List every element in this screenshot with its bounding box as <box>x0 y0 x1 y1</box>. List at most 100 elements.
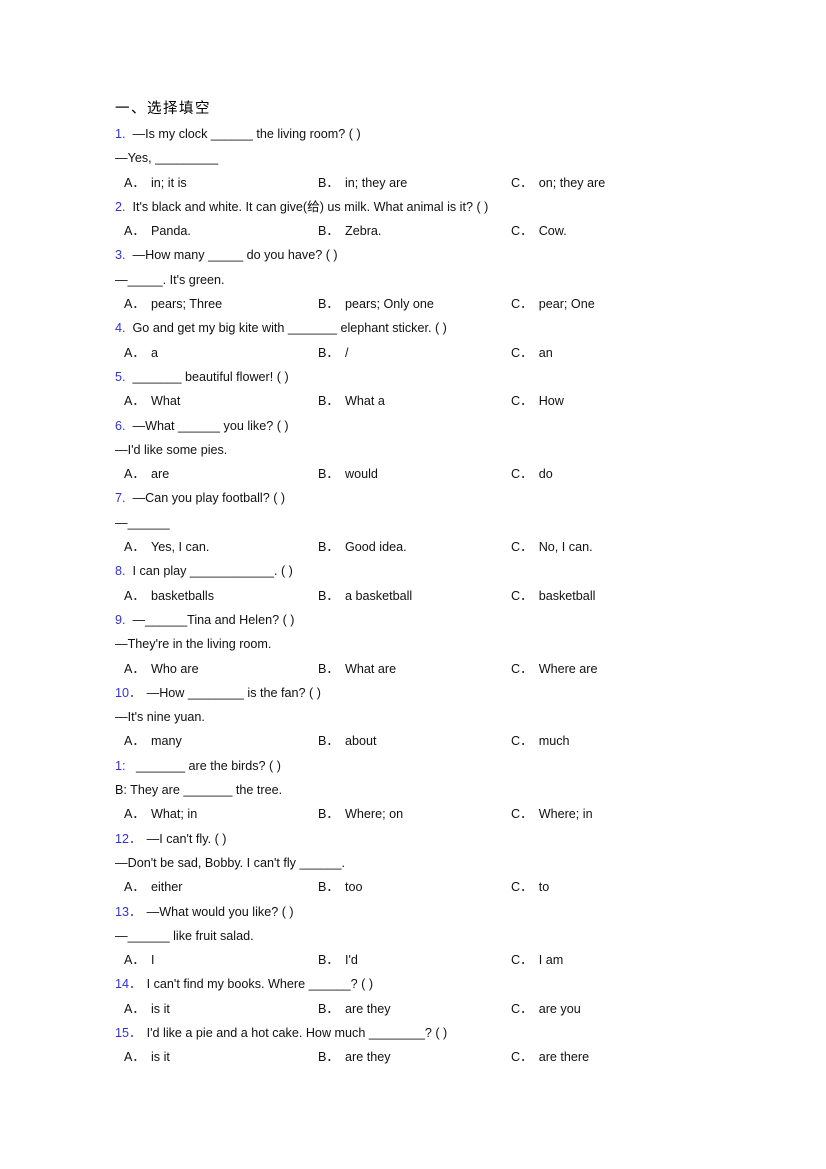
option-text: in; it is <box>151 175 187 190</box>
option-c[interactable]: C． are there <box>511 1045 589 1069</box>
option-row: A． a B． / C． an <box>115 341 715 365</box>
question-block: 13． —What would you like? ( ) —______ like… <box>115 900 715 973</box>
option-text: No, I can. <box>538 540 593 555</box>
option-row: A． Yes, I can. B． Good idea. C． No, I can. <box>115 535 715 559</box>
question-stem-text: _______ are the birds? ( ) <box>132 758 281 773</box>
question-number: 2. <box>115 199 126 214</box>
option-b[interactable]: B． in; they are <box>318 171 407 195</box>
question-block: 3. —How many _____ do you have? ( ) —_____… <box>115 243 715 316</box>
option-text: Yes, I can. <box>151 540 210 555</box>
option-label: A． <box>124 880 145 895</box>
question-number: 4. <box>115 321 126 336</box>
option-c[interactable]: C． on; they are <box>511 171 605 195</box>
option-text: on; they are <box>538 175 606 190</box>
option-label: C． <box>511 224 533 239</box>
option-a[interactable]: A． What; in <box>124 802 197 826</box>
option-text: pears; Only one <box>345 297 434 312</box>
option-b[interactable]: B． Good idea. <box>318 535 407 559</box>
option-a[interactable]: A． is it <box>124 997 170 1021</box>
option-c[interactable]: C． do <box>511 462 553 486</box>
option-b[interactable]: B． What are <box>318 657 396 681</box>
option-b[interactable]: B． Zebra. <box>318 219 381 243</box>
option-a[interactable]: A． Panda. <box>124 219 191 243</box>
option-c[interactable]: C． Where are <box>511 657 598 681</box>
option-label: C． <box>511 807 533 822</box>
option-text: about <box>345 734 377 749</box>
option-text: an <box>538 345 553 360</box>
option-label: A． <box>124 467 145 482</box>
option-text: I'd <box>345 953 358 968</box>
question-continuation: —They're in the living room. <box>115 637 272 652</box>
option-text: Cow. <box>538 224 567 239</box>
question-stem-text: —How ________ is the fan? ( ) <box>146 685 321 700</box>
question-continuation: —Don't be sad, Bobby. I can't fly ______… <box>115 855 346 870</box>
question-continuation: —Yes, _________ <box>115 151 219 166</box>
option-c[interactable]: C． much <box>511 729 570 753</box>
option-a[interactable]: A． Who are <box>124 657 199 681</box>
question-block: 15． I'd like a pie and a hot cake. How mu… <box>115 1021 715 1070</box>
option-label: B． <box>318 297 339 312</box>
option-text: What a <box>345 394 385 409</box>
option-c[interactable]: C． to <box>511 875 549 899</box>
question-block: 5. _______ beautiful flower! ( ) A． What B． W… <box>115 365 715 414</box>
option-a[interactable]: A． basketballs <box>124 584 214 608</box>
option-b[interactable]: B． / <box>318 341 349 365</box>
option-label: A． <box>124 297 145 312</box>
option-row: A． pears; Three B． pears; Only one C． pear; O… <box>115 292 715 316</box>
option-c[interactable]: C． I am <box>511 948 563 972</box>
option-label: B． <box>318 1050 339 1065</box>
question-stem: 10． —How ________ is the fan? ( ) <box>115 681 715 705</box>
option-c[interactable]: C． How <box>511 389 564 413</box>
option-text: basketballs <box>151 588 215 603</box>
question-stem-text: —How many _____ do you have? ( ) <box>132 248 338 263</box>
option-text: I <box>151 953 155 968</box>
option-a[interactable]: A． What <box>124 389 180 413</box>
option-b[interactable]: B． would <box>318 462 378 486</box>
option-b[interactable]: B． Where; on <box>318 802 403 826</box>
question-stem-text: —______Tina and Helen? ( ) <box>132 612 295 627</box>
question-stem-text: —Is my clock ______ the living room? ( ) <box>132 127 361 141</box>
option-c[interactable]: C． an <box>511 341 553 365</box>
option-a[interactable]: A． many <box>124 729 182 753</box>
option-b[interactable]: B． I'd <box>318 948 358 972</box>
option-text: Where; on <box>345 807 404 822</box>
option-text: a basketball <box>345 588 413 603</box>
option-label: B． <box>318 540 339 555</box>
option-a[interactable]: A． are <box>124 462 169 486</box>
option-b[interactable]: B． are they <box>318 997 391 1021</box>
option-a[interactable]: A． pears; Three <box>124 292 222 316</box>
option-c[interactable]: C． No, I can. <box>511 535 593 559</box>
option-c[interactable]: C． basketball <box>511 584 595 608</box>
question-stem-text: I can play ____________. ( ) <box>132 564 293 579</box>
question-block: 4. Go and get my big kite with _______ el… <box>115 316 715 365</box>
option-b[interactable]: B． about <box>318 729 377 753</box>
option-a[interactable]: A． I <box>124 948 155 972</box>
option-a[interactable]: A． either <box>124 875 183 899</box>
option-label: C． <box>511 175 533 190</box>
option-row: A． basketballs B． a basketball C． basketball <box>115 584 715 608</box>
option-c[interactable]: C． are you <box>511 997 581 1021</box>
question-continuation: B: They are _______ the tree. <box>115 783 283 798</box>
question-stem: 5. _______ beautiful flower! ( ) <box>115 365 715 389</box>
option-b[interactable]: B． are they <box>318 1045 391 1069</box>
option-c[interactable]: C． Where; in <box>511 802 593 826</box>
option-b[interactable]: B． too <box>318 875 363 899</box>
option-a[interactable]: A． Yes, I can. <box>124 535 209 559</box>
option-b[interactable]: B． What a <box>318 389 385 413</box>
option-b[interactable]: B． pears; Only one <box>318 292 434 316</box>
option-a[interactable]: A． in; it is <box>124 171 187 195</box>
question-stem: 4. Go and get my big kite with _______ el… <box>115 316 715 340</box>
question-number: 1. <box>115 127 126 141</box>
option-c[interactable]: C． Cow. <box>511 219 567 243</box>
option-b[interactable]: B． a basketball <box>318 584 412 608</box>
option-a[interactable]: A． a <box>124 341 158 365</box>
option-c[interactable]: C． pear; One <box>511 292 595 316</box>
option-label: A． <box>124 540 145 555</box>
option-label: C． <box>511 297 533 312</box>
question-block: 14． I can't find my books. Where ______? … <box>115 972 715 1021</box>
option-a[interactable]: A． is it <box>124 1045 170 1069</box>
option-text: many <box>151 734 182 749</box>
option-label: C． <box>511 953 533 968</box>
question-stem-text: Go and get my big kite with _______ elep… <box>132 321 447 336</box>
option-text: are they <box>345 1001 391 1016</box>
